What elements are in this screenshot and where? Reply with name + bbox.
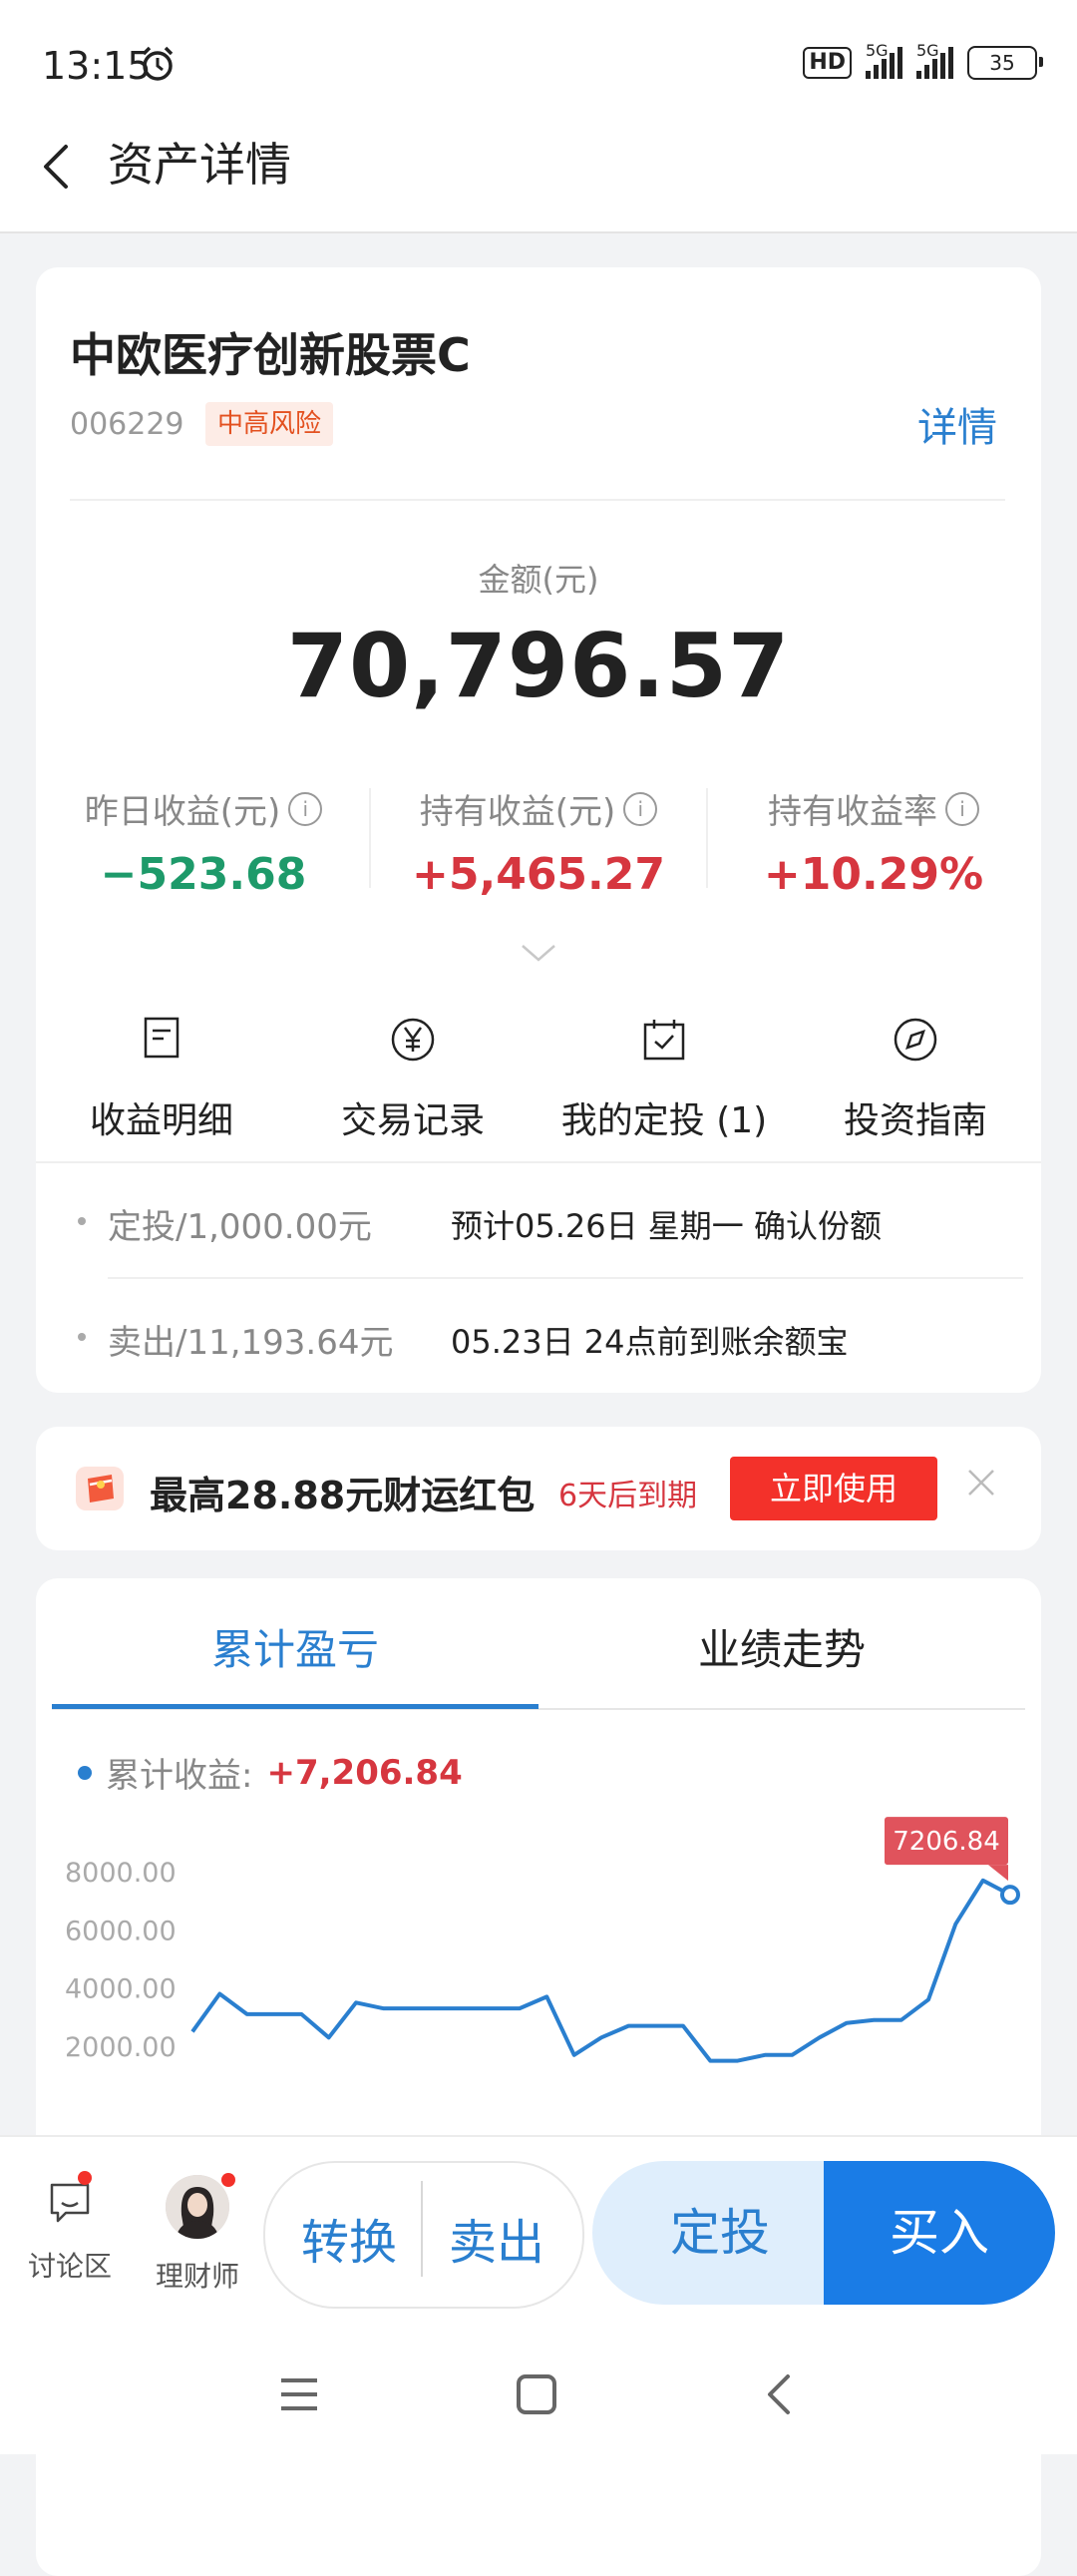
- record-right[interactable]: 预计05.26日 星期一 确认份额: [451, 1201, 882, 1247]
- tab-indicator: [52, 1704, 538, 1709]
- legend-dot: [78, 1765, 92, 1780]
- stat-label: 持有收益(元): [419, 792, 616, 832]
- action-label: 收益明细: [89, 1100, 233, 1141]
- tab-performance[interactable]: 业绩走势: [538, 1616, 1025, 1677]
- red-packet-icon: [76, 1467, 124, 1510]
- status-indicators: HD 5G 5G 35: [803, 41, 1043, 80]
- action-my-auto-invest[interactable]: 我的定投 (1): [538, 1016, 790, 1143]
- sell-button[interactable]: 卖出: [449, 2203, 544, 2273]
- menu-icon[interactable]: [281, 2378, 317, 2410]
- buy-button[interactable]: 买入: [824, 2161, 1055, 2305]
- discussion-button[interactable]: 讨论区: [10, 2179, 130, 2285]
- battery-icon: 35: [967, 46, 1043, 80]
- convert-button[interactable]: 转换: [301, 2203, 397, 2273]
- divider: [108, 1277, 1023, 1279]
- pnl-series-line: [190, 1878, 1011, 2063]
- last-point-marker: [1000, 1885, 1020, 1906]
- info-icon[interactable]: i: [288, 791, 323, 826]
- y-tick-label: 8000.00: [65, 1858, 177, 1889]
- status-time: 13:15: [42, 44, 152, 88]
- discussion-label: 讨论区: [27, 2250, 112, 2283]
- amount-label: 金额(元): [478, 561, 599, 599]
- stat-rate: 持有收益率 i +10.29%: [706, 784, 1041, 900]
- back-icon[interactable]: [768, 2374, 790, 2414]
- divider: [0, 2135, 1077, 2137]
- hd-badge: HD: [803, 47, 852, 79]
- value-tooltip: 7206.84: [885, 1817, 1008, 1882]
- close-icon[interactable]: [963, 1465, 999, 1501]
- tooltip-text: 7206.84: [893, 1827, 1000, 1857]
- chevron-down-icon[interactable]: [519, 942, 558, 964]
- cumulative-pnl-chart[interactable]: 8000.00 6000.00 4000.00 2000.00 7206.84: [36, 1796, 1041, 2135]
- stat-label: 昨日收益(元): [84, 792, 281, 832]
- avatar[interactable]: [166, 2175, 229, 2239]
- fund-name: 中欧医疗创新股票C: [70, 328, 471, 382]
- record-right[interactable]: 05.23日 24点前到账余额宝: [451, 1317, 849, 1363]
- alarm-icon: [142, 46, 174, 81]
- y-tick-label: 4000.00: [65, 1974, 177, 2005]
- signal-icon-2: 5G: [916, 41, 953, 79]
- amount-value: 70,796.57: [286, 615, 791, 717]
- legend-label: 累计收益:: [106, 1756, 253, 1796]
- fund-code: 006229: [70, 407, 184, 442]
- document-icon: [144, 1017, 180, 1059]
- auto-invest-button[interactable]: 定投: [592, 2161, 848, 2305]
- chat-icon: [50, 2183, 90, 2223]
- home-icon[interactable]: [517, 2374, 556, 2414]
- action-label: 投资指南: [843, 1100, 987, 1141]
- back-arrow-icon[interactable]: [30, 135, 80, 195]
- notification-dot: [78, 2171, 92, 2185]
- action-trade-records[interactable]: 交易记录: [287, 1016, 538, 1143]
- y-tick-label: 6000.00: [65, 1916, 177, 1946]
- chart-legend: 累计收益: +7,206.84: [78, 1748, 463, 1797]
- signal-icon: 5G: [866, 41, 902, 79]
- stat-holding: 持有收益(元) i +5,465.27: [371, 784, 706, 900]
- action-label: 交易记录: [340, 1100, 485, 1141]
- record-left: 卖出/11,193.64元: [108, 1323, 394, 1363]
- stat-value: +5,465.27: [412, 849, 665, 900]
- stat-value: −523.68: [100, 849, 307, 900]
- yen-circle-icon: [391, 1018, 435, 1062]
- advisor-label[interactable]: 理财师: [138, 2255, 257, 2295]
- page-title: 资产详情: [108, 138, 291, 192]
- info-icon[interactable]: i: [623, 791, 658, 826]
- stat-value: +10.29%: [763, 849, 984, 900]
- tab-cumulative-pnl[interactable]: 累计盈亏: [52, 1616, 538, 1677]
- compass-icon: [894, 1018, 937, 1062]
- calendar-check-icon: [643, 1020, 685, 1061]
- divider: [70, 499, 1005, 501]
- divider: [36, 1161, 1041, 1163]
- stat-label: 持有收益率: [768, 792, 937, 832]
- y-tick-label: 2000.00: [65, 2032, 177, 2063]
- action-investment-guide[interactable]: 投资指南: [790, 1016, 1041, 1143]
- advisor-avatar-icon: [166, 2175, 229, 2239]
- fund-detail-link[interactable]: 详情: [917, 395, 997, 453]
- action-income-detail[interactable]: 收益明细: [36, 1016, 287, 1143]
- coupon-expiry: 6天后到期: [558, 1479, 698, 1513]
- record-left: 定投/1,000.00元: [108, 1207, 372, 1247]
- action-label: 我的定投 (1): [560, 1100, 768, 1141]
- divider: [421, 2181, 423, 2277]
- bullet-icon: [78, 1217, 86, 1225]
- system-nav-bar: [281, 2374, 790, 2414]
- coupon-title: 最高28.88元财运红包: [150, 1474, 536, 1517]
- legend-value: +7,206.84: [266, 1752, 463, 1793]
- bullet-icon: [78, 1333, 86, 1341]
- use-coupon-button[interactable]: 立即使用: [730, 1457, 937, 1520]
- info-icon[interactable]: i: [945, 791, 979, 826]
- stat-yesterday: 昨日收益(元) i −523.68: [36, 784, 371, 900]
- risk-badge: 中高风险: [205, 402, 334, 446]
- notification-dot: [221, 2173, 235, 2187]
